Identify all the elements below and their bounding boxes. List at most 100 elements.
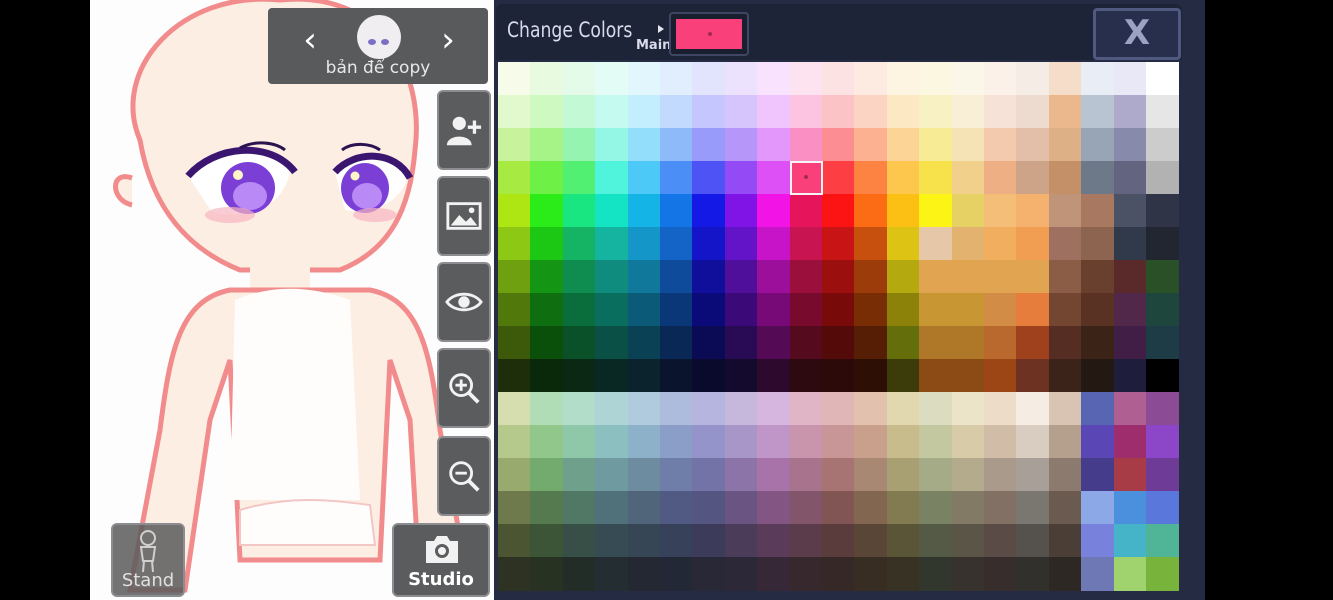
color-swatch[interactable] xyxy=(660,557,693,591)
color-swatch[interactable] xyxy=(757,425,791,459)
color-swatch[interactable] xyxy=(757,95,791,129)
color-swatch[interactable] xyxy=(1146,194,1179,228)
color-swatch[interactable] xyxy=(1016,128,1050,162)
color-swatch[interactable] xyxy=(1016,161,1050,195)
color-swatch[interactable] xyxy=(724,326,758,360)
color-swatch[interactable] xyxy=(1113,128,1147,162)
color-swatch[interactable] xyxy=(919,326,953,360)
color-swatch[interactable] xyxy=(984,161,1017,195)
color-swatch[interactable] xyxy=(919,458,953,492)
color-swatch[interactable] xyxy=(562,227,596,261)
color-swatch[interactable] xyxy=(562,425,596,459)
color-swatch[interactable] xyxy=(627,557,661,591)
color-swatch[interactable] xyxy=(530,557,564,591)
color-swatch[interactable] xyxy=(886,194,920,228)
color-swatch[interactable] xyxy=(627,227,661,261)
color-swatch[interactable] xyxy=(627,95,661,129)
color-swatch[interactable] xyxy=(1146,392,1179,426)
color-swatch[interactable] xyxy=(595,425,629,459)
color-swatch[interactable] xyxy=(919,128,953,162)
color-swatch[interactable] xyxy=(854,260,888,294)
color-swatch[interactable] xyxy=(789,557,823,591)
color-swatch[interactable] xyxy=(757,227,791,261)
color-swatch[interactable] xyxy=(530,161,564,195)
color-swatch[interactable] xyxy=(724,293,758,327)
color-swatch[interactable] xyxy=(530,524,564,558)
color-swatch[interactable] xyxy=(1113,95,1147,129)
color-swatch[interactable] xyxy=(951,392,985,426)
color-swatch[interactable] xyxy=(1081,557,1115,591)
color-swatch[interactable] xyxy=(595,95,629,129)
color-swatch[interactable] xyxy=(1081,392,1115,426)
color-swatch[interactable] xyxy=(692,128,726,162)
color-swatch[interactable] xyxy=(919,260,953,294)
color-swatch[interactable] xyxy=(951,425,985,459)
color-swatch[interactable] xyxy=(692,458,726,492)
color-swatch[interactable] xyxy=(854,161,888,195)
color-swatch[interactable] xyxy=(498,524,531,558)
color-swatch[interactable] xyxy=(498,359,531,393)
color-swatch[interactable] xyxy=(530,227,564,261)
color-swatch[interactable] xyxy=(919,524,953,558)
color-swatch[interactable] xyxy=(854,491,888,525)
color-swatch[interactable] xyxy=(530,62,564,96)
color-swatch[interactable] xyxy=(627,260,661,294)
color-swatch[interactable] xyxy=(595,128,629,162)
color-swatch[interactable] xyxy=(1048,260,1082,294)
color-swatch[interactable] xyxy=(1048,227,1082,261)
color-swatch[interactable] xyxy=(660,227,693,261)
color-swatch[interactable] xyxy=(627,491,661,525)
color-swatch[interactable] xyxy=(498,458,531,492)
color-swatch[interactable] xyxy=(886,557,920,591)
color-swatch[interactable] xyxy=(757,260,791,294)
color-swatch[interactable] xyxy=(1146,95,1179,129)
color-swatch[interactable] xyxy=(530,359,564,393)
studio-button[interactable]: Studio xyxy=(392,523,490,597)
color-swatch[interactable] xyxy=(692,194,726,228)
color-swatch[interactable] xyxy=(1016,491,1050,525)
color-swatch[interactable] xyxy=(692,326,726,360)
color-swatch[interactable] xyxy=(1016,260,1050,294)
color-swatch[interactable] xyxy=(1048,524,1082,558)
color-swatch[interactable] xyxy=(1081,326,1115,360)
color-swatch[interactable] xyxy=(984,458,1017,492)
color-swatch[interactable] xyxy=(1081,62,1115,96)
color-swatch[interactable] xyxy=(757,194,791,228)
color-swatch[interactable] xyxy=(692,425,726,459)
color-swatch[interactable] xyxy=(562,128,596,162)
color-swatch[interactable] xyxy=(886,326,920,360)
color-swatch[interactable] xyxy=(1081,95,1115,129)
color-swatch[interactable] xyxy=(854,62,888,96)
color-swatch[interactable] xyxy=(627,326,661,360)
color-swatch[interactable] xyxy=(498,392,531,426)
color-swatch[interactable] xyxy=(757,293,791,327)
color-swatch[interactable] xyxy=(660,359,693,393)
color-swatch[interactable] xyxy=(854,392,888,426)
color-swatch[interactable] xyxy=(724,491,758,525)
color-swatch[interactable] xyxy=(822,557,855,591)
color-swatch[interactable] xyxy=(724,194,758,228)
color-swatch[interactable] xyxy=(498,491,531,525)
color-swatch[interactable] xyxy=(854,458,888,492)
color-swatch[interactable] xyxy=(562,95,596,129)
close-button[interactable]: X xyxy=(1093,8,1181,60)
color-swatch[interactable] xyxy=(757,161,791,195)
color-swatch[interactable] xyxy=(660,95,693,129)
color-swatch[interactable] xyxy=(1016,392,1050,426)
color-swatch[interactable] xyxy=(1146,128,1179,162)
color-swatch[interactable] xyxy=(854,326,888,360)
color-swatch[interactable] xyxy=(886,425,920,459)
color-swatch[interactable] xyxy=(1081,359,1115,393)
color-swatch[interactable] xyxy=(789,524,823,558)
color-swatch[interactable] xyxy=(886,491,920,525)
color-swatch[interactable] xyxy=(1113,425,1147,459)
color-swatch[interactable] xyxy=(660,62,693,96)
color-swatch[interactable] xyxy=(757,392,791,426)
color-swatch[interactable] xyxy=(627,293,661,327)
color-swatch[interactable] xyxy=(822,491,855,525)
color-swatch[interactable] xyxy=(919,392,953,426)
color-swatch[interactable] xyxy=(757,326,791,360)
color-swatch[interactable] xyxy=(692,359,726,393)
color-swatch[interactable] xyxy=(822,128,855,162)
color-swatch[interactable] xyxy=(1146,491,1179,525)
